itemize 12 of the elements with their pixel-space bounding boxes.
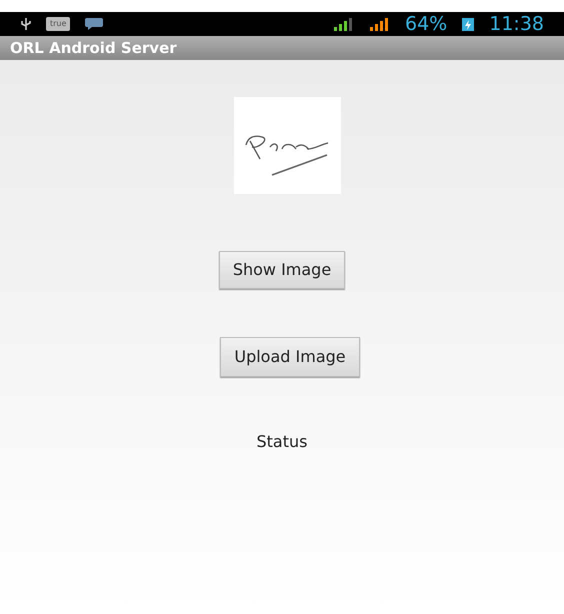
app-title: ORL Android Server bbox=[10, 38, 177, 59]
status-label: Status bbox=[256, 431, 308, 453]
usb-icon bbox=[20, 17, 32, 31]
clock-time: 11:38 bbox=[489, 14, 544, 34]
upload-image-button[interactable]: Upload Image bbox=[220, 337, 360, 377]
message-icon bbox=[84, 17, 104, 31]
show-image-button[interactable]: Show Image bbox=[218, 251, 346, 289]
notification-badge: true bbox=[46, 17, 70, 31]
battery-icon bbox=[461, 16, 476, 32]
signal-icon bbox=[369, 16, 391, 32]
signal-icon bbox=[333, 16, 355, 32]
battery-percent: 64% bbox=[405, 14, 448, 34]
